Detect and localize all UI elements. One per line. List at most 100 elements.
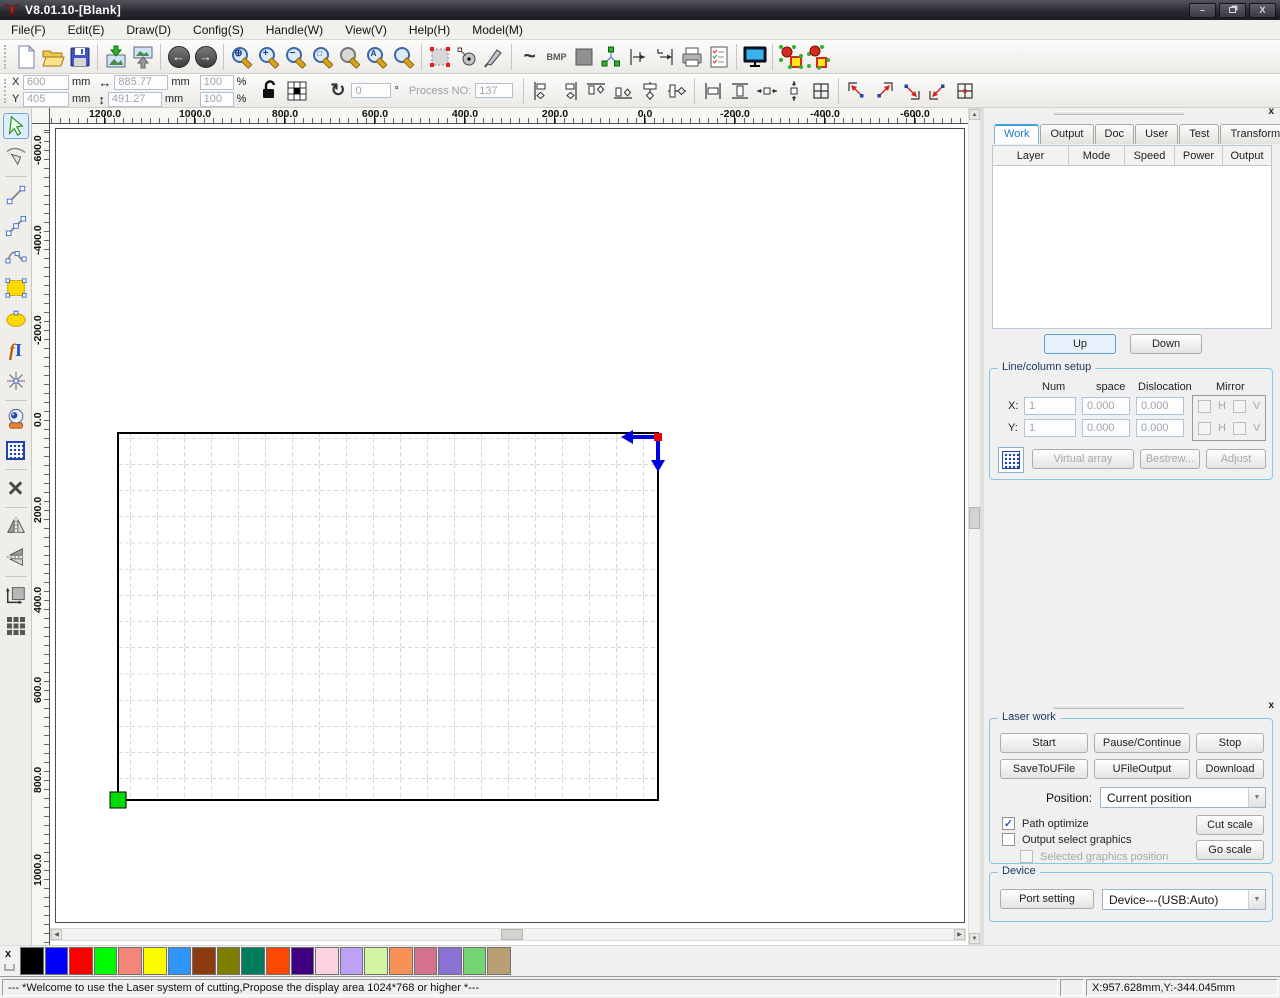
menu-draw[interactable]: Draw(D)	[115, 21, 182, 39]
layer-table[interactable]: Layer Mode Speed Power Output	[992, 145, 1272, 329]
to-bottom-right-button[interactable]	[897, 77, 924, 104]
flip-vertical-button[interactable]	[3, 544, 29, 570]
to-top-left-button[interactable]	[843, 77, 870, 104]
up-button[interactable]: Up	[1044, 334, 1116, 354]
palette-line-icon[interactable]	[4, 964, 15, 971]
print-button[interactable]	[678, 43, 705, 70]
mirror-xv-checkbox[interactable]	[1233, 400, 1246, 413]
node-select-button[interactable]	[453, 43, 480, 70]
to-top-right-button[interactable]	[870, 77, 897, 104]
h-guide-button[interactable]	[624, 43, 651, 70]
x-num-field[interactable]: 1	[1024, 397, 1076, 415]
equal-vspace-button[interactable]	[780, 77, 807, 104]
down-button[interactable]: Down	[1130, 334, 1202, 354]
rotate-field[interactable]: 0	[351, 83, 392, 98]
mirror-yh-checkbox[interactable]	[1198, 422, 1211, 435]
horizontal-scrollbar[interactable]: ◀ ▶	[50, 928, 966, 941]
menu-config[interactable]: Config(S)	[182, 21, 255, 39]
virtual-array-button[interactable]: Virtual array	[1032, 449, 1134, 469]
panel-close-icon[interactable]: x	[1268, 106, 1274, 117]
node-tree-button[interactable]	[597, 43, 624, 70]
color-swatch[interactable]	[69, 947, 93, 975]
minimize-button[interactable]: –	[1189, 2, 1216, 18]
tab-doc[interactable]: Doc	[1094, 124, 1135, 144]
import-button[interactable]	[102, 43, 129, 70]
x-position-field[interactable]: 600	[23, 74, 69, 90]
scroll-left-icon[interactable]: ◀	[51, 929, 62, 940]
path-optimize-checkbox[interactable]: ✓	[1002, 817, 1015, 830]
text-tool-button[interactable]: fI	[3, 337, 29, 363]
export-button[interactable]	[129, 43, 156, 70]
align-bottom-button[interactable]	[609, 77, 636, 104]
equal-hspace-button[interactable]	[753, 77, 780, 104]
color-swatch[interactable]	[118, 947, 142, 975]
zoom-pan-button[interactable]: ⊕	[228, 43, 255, 70]
color-swatch[interactable]	[216, 947, 241, 975]
menu-model[interactable]: Model(M)	[461, 21, 534, 39]
simulate-select-button[interactable]	[804, 43, 831, 70]
dropdown-arrow-icon[interactable]: ▼	[1248, 788, 1265, 807]
scroll-up-icon[interactable]: ▲	[969, 109, 980, 120]
ellipse-tool-button[interactable]	[3, 306, 29, 332]
color-swatch[interactable]	[265, 947, 290, 975]
toolbar-grip[interactable]	[4, 44, 8, 69]
node-edit-tool-button[interactable]	[3, 144, 29, 170]
new-file-button[interactable]	[12, 43, 39, 70]
polyline-tool-button[interactable]	[3, 213, 29, 239]
rotate-button[interactable]: ↻	[324, 77, 351, 104]
offset-tool-button[interactable]	[3, 582, 29, 608]
color-swatch[interactable]	[142, 947, 167, 975]
scale-x-field[interactable]: 100	[199, 74, 234, 90]
preview-monitor-button[interactable]	[741, 43, 768, 70]
y-position-field[interactable]: 405	[23, 91, 69, 107]
toolbar-grip[interactable]	[4, 78, 8, 103]
tab-test[interactable]: Test	[1179, 124, 1220, 144]
ufile-output-button[interactable]: UFileOutput	[1094, 759, 1190, 779]
x-dislocation-field[interactable]: 0.000	[1136, 397, 1184, 415]
rectangle-tool-button[interactable]	[3, 275, 29, 301]
select-tool-button[interactable]	[2, 113, 29, 139]
flip-horizontal-button[interactable]	[3, 513, 29, 539]
dropdown-arrow-icon[interactable]: ▼	[1248, 890, 1265, 909]
color-swatch[interactable]	[20, 947, 44, 975]
zoom-page-button[interactable]: □	[309, 43, 336, 70]
vertical-scrollbar[interactable]: ▲ ▼	[968, 108, 981, 945]
position-dropdown[interactable]: Current position ▼	[1100, 787, 1266, 808]
zoom-select-button[interactable]	[390, 43, 417, 70]
color-swatch[interactable]	[44, 947, 69, 975]
zoom-all-button[interactable]: A	[363, 43, 390, 70]
width-field[interactable]: 885.77	[114, 74, 169, 90]
mirror-yv-checkbox[interactable]	[1233, 422, 1246, 435]
port-setting-button[interactable]: Port setting	[1000, 889, 1094, 909]
go-scale-button[interactable]: Go scale	[1196, 840, 1264, 860]
same-size-button[interactable]	[807, 77, 834, 104]
grid-array-tool-button[interactable]	[3, 437, 29, 463]
v-guide-button[interactable]	[651, 43, 678, 70]
restore-button[interactable]	[1219, 2, 1246, 18]
scale-y-field[interactable]: 100	[199, 91, 234, 107]
mirror-xh-checkbox[interactable]	[1198, 400, 1211, 413]
cut-scale-button[interactable]: Cut scale	[1196, 815, 1264, 835]
color-swatch[interactable]	[388, 947, 413, 975]
point-tool-button[interactable]	[3, 368, 29, 394]
zoom-in-button[interactable]: +	[255, 43, 282, 70]
delete-tool-button[interactable]: ×	[3, 475, 29, 502]
tab-transform[interactable]: Transform	[1220, 124, 1280, 144]
simulate-output-button[interactable]	[777, 43, 804, 70]
fill-rect-button[interactable]	[570, 43, 597, 70]
tab-output[interactable]: Output	[1040, 124, 1094, 144]
align-top-button[interactable]	[582, 77, 609, 104]
start-button[interactable]: Start	[1000, 733, 1088, 753]
color-swatch[interactable]	[413, 947, 438, 975]
x-space-field[interactable]: 0.000	[1082, 397, 1130, 415]
y-space-field[interactable]: 0.000	[1082, 419, 1130, 437]
adjust-button[interactable]: Adjust	[1206, 449, 1266, 469]
menu-view[interactable]: View(V)	[334, 21, 398, 39]
menu-file[interactable]: File(F)	[0, 21, 57, 39]
to-center-button[interactable]	[951, 77, 978, 104]
menu-handle[interactable]: Handle(W)	[255, 21, 334, 39]
undo-button[interactable]: ←	[165, 43, 192, 70]
redo-button[interactable]: →	[192, 43, 219, 70]
color-swatch[interactable]	[290, 947, 315, 975]
bmp-tool-button[interactable]: BMP	[543, 43, 570, 70]
